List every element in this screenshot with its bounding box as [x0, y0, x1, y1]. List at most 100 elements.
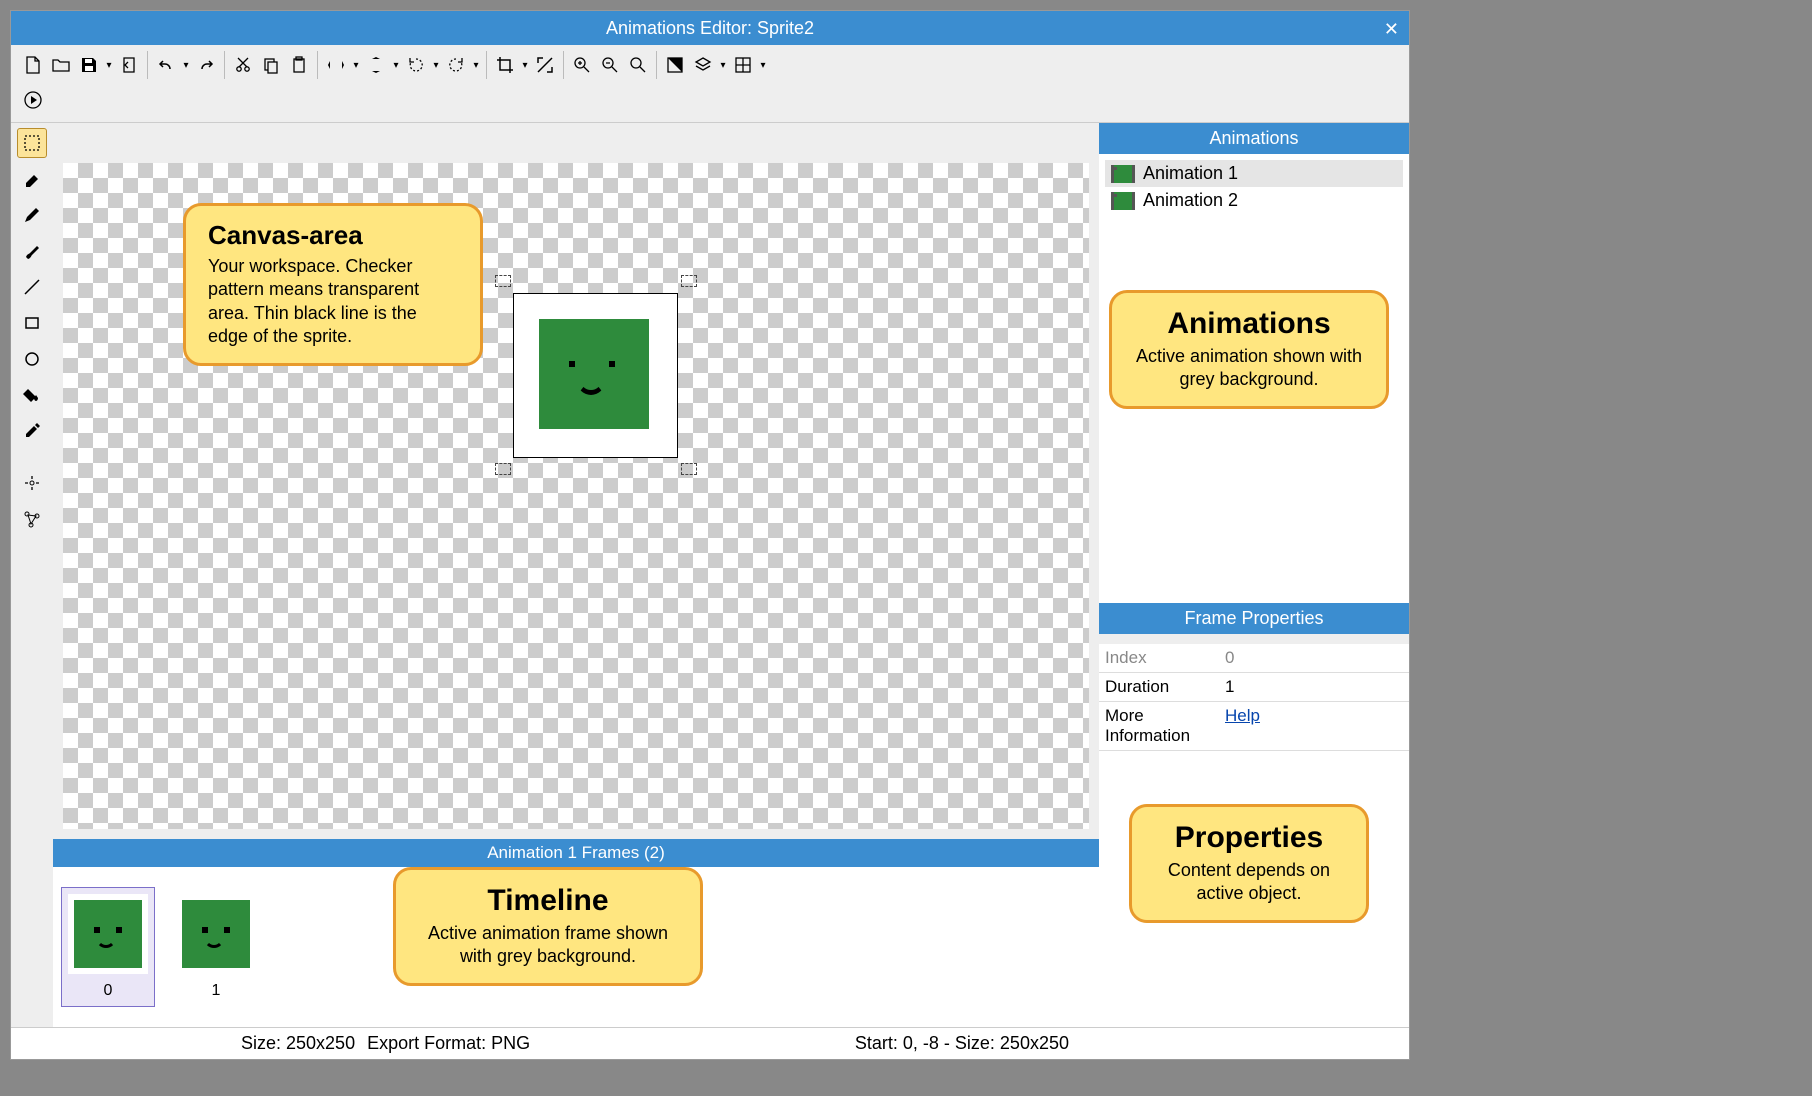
callout-title: Canvas-area: [208, 220, 458, 251]
callout-text: Active animation frame shown with grey b…: [418, 922, 678, 969]
flip-v-icon[interactable]: [362, 51, 390, 79]
paste-icon[interactable]: [285, 51, 313, 79]
frame-item[interactable]: 0: [61, 887, 155, 1007]
animations-spacer: Animations Active animation shown with g…: [1099, 220, 1409, 603]
callout-canvas: Canvas-area Your workspace. Checker patt…: [183, 203, 483, 366]
layers-dropdown[interactable]: ▾: [717, 51, 729, 79]
crop-icon[interactable]: [491, 51, 519, 79]
fill-tool[interactable]: [17, 380, 47, 410]
crop-dropdown[interactable]: ▾: [519, 51, 531, 79]
callout-properties: Properties Content depends on active obj…: [1129, 804, 1369, 923]
frame-props-header: Frame Properties: [1099, 603, 1409, 634]
sprite-bounds[interactable]: [513, 293, 678, 458]
timeline-header: Animation 1 Frames (2): [53, 839, 1099, 867]
callout-title: Properties: [1154, 821, 1344, 855]
animation-item[interactable]: Animation 2: [1105, 187, 1403, 214]
close-icon[interactable]: ✕: [1384, 19, 1399, 40]
prop-label: Duration: [1105, 677, 1225, 697]
origin-tool[interactable]: [17, 468, 47, 498]
callout-animations: Animations Active animation shown with g…: [1109, 290, 1389, 409]
selection-handle[interactable]: [495, 463, 511, 475]
frame-item[interactable]: 1: [170, 888, 262, 1006]
right-column: Animations Animation 1 Animation 2 Anima…: [1099, 123, 1409, 1027]
grid-icon[interactable]: [729, 51, 757, 79]
cut-icon[interactable]: [229, 51, 257, 79]
circle-tool[interactable]: [17, 344, 47, 374]
prop-value: 0: [1225, 648, 1403, 668]
sprite-content: [539, 319, 649, 429]
flip-v-dropdown[interactable]: ▾: [390, 51, 402, 79]
zoom-fit-icon[interactable]: [624, 51, 652, 79]
selection-handle[interactable]: [681, 275, 697, 287]
line-tool[interactable]: [17, 272, 47, 302]
selection-handle[interactable]: [681, 463, 697, 475]
callout-text: Active animation shown with grey backgro…: [1134, 345, 1364, 392]
prop-row-duration: Duration 1: [1099, 673, 1409, 702]
prop-row-more: More Information Help: [1099, 702, 1409, 751]
undo-icon[interactable]: [152, 51, 180, 79]
flip-h-icon[interactable]: [322, 51, 350, 79]
callout-timeline: Timeline Active animation frame shown wi…: [393, 867, 703, 986]
titlebar: Animations Editor: Sprite2 ✕: [11, 11, 1409, 45]
pencil-tool[interactable]: [17, 200, 47, 230]
animations-header: Animations: [1099, 123, 1409, 154]
status-size: Size: 250x250: [241, 1033, 355, 1054]
selection-handle[interactable]: [495, 275, 511, 287]
callout-text: Your workspace. Checker pattern means tr…: [208, 255, 458, 349]
callout-text: Content depends on active object.: [1154, 859, 1344, 906]
flip-h-dropdown[interactable]: ▾: [350, 51, 362, 79]
frame-props-body: Index 0 Duration 1 More Information Help…: [1099, 644, 1409, 1027]
select-tool[interactable]: [17, 128, 47, 158]
frame-label: 1: [212, 982, 221, 1000]
timeline-panel: Animation 1 Frames (2) 0 1 Timeline Acti…: [53, 839, 1099, 1027]
contrast-icon[interactable]: [661, 51, 689, 79]
polygon-tool[interactable]: [17, 504, 47, 534]
brush-tool[interactable]: [17, 236, 47, 266]
rotate-ccw-dropdown[interactable]: ▾: [430, 51, 442, 79]
prop-value[interactable]: 1: [1225, 677, 1403, 697]
resize-icon[interactable]: [531, 51, 559, 79]
callout-title: Timeline: [418, 884, 678, 918]
zoom-out-icon[interactable]: [596, 51, 624, 79]
prop-label: Index: [1105, 648, 1225, 668]
prop-row-index: Index 0: [1099, 644, 1409, 673]
animation-item[interactable]: Animation 1: [1105, 160, 1403, 187]
callout-title: Animations: [1134, 307, 1364, 341]
center-column: Canvas-area Your workspace. Checker patt…: [53, 123, 1099, 1027]
eraser-tool[interactable]: [17, 164, 47, 194]
status-start: Start: 0, -8 - Size: 250x250: [855, 1033, 1069, 1054]
animation-name: Animation 2: [1143, 190, 1238, 211]
animation-name: Animation 1: [1143, 163, 1238, 184]
rotate-cw-icon[interactable]: [442, 51, 470, 79]
rect-tool[interactable]: [17, 308, 47, 338]
save-dropdown[interactable]: ▾: [103, 51, 115, 79]
frame-label: 0: [104, 982, 113, 1000]
play-icon[interactable]: [19, 86, 47, 114]
prop-label: More Information: [1105, 706, 1225, 746]
rotate-cw-dropdown[interactable]: ▾: [470, 51, 482, 79]
zoom-in-icon[interactable]: [568, 51, 596, 79]
window-title: Animations Editor: Sprite2: [606, 18, 814, 39]
animation-icon: [1111, 165, 1135, 183]
save-icon[interactable]: [75, 51, 103, 79]
status-format: Export Format: PNG: [367, 1033, 530, 1054]
rotate-ccw-icon[interactable]: [402, 51, 430, 79]
new-icon[interactable]: [19, 51, 47, 79]
animations-editor-window: Animations Editor: Sprite2 ✕ ▾ ▾ ▾ ▾ ▾: [10, 10, 1410, 1060]
eyedropper-tool[interactable]: [17, 416, 47, 446]
redo-icon[interactable]: [192, 51, 220, 79]
grid-dropdown[interactable]: ▾: [757, 51, 769, 79]
top-toolbar: ▾ ▾ ▾ ▾ ▾ ▾ ▾: [11, 45, 1409, 123]
timeline-body: 0 1 Timeline Active animation frame show…: [53, 867, 1099, 1027]
undo-dropdown[interactable]: ▾: [180, 51, 192, 79]
tools-panel: [11, 123, 53, 1027]
statusbar: Size: 250x250 Export Format: PNG Start: …: [11, 1027, 1409, 1059]
help-link[interactable]: Help: [1225, 706, 1260, 725]
layers-icon[interactable]: [689, 51, 717, 79]
animations-list: Animation 1 Animation 2: [1099, 154, 1409, 220]
copy-icon[interactable]: [257, 51, 285, 79]
canvas-wrap: Canvas-area Your workspace. Checker patt…: [53, 123, 1099, 839]
reload-icon[interactable]: [115, 51, 143, 79]
open-icon[interactable]: [47, 51, 75, 79]
main-area: Canvas-area Your workspace. Checker patt…: [11, 123, 1409, 1027]
